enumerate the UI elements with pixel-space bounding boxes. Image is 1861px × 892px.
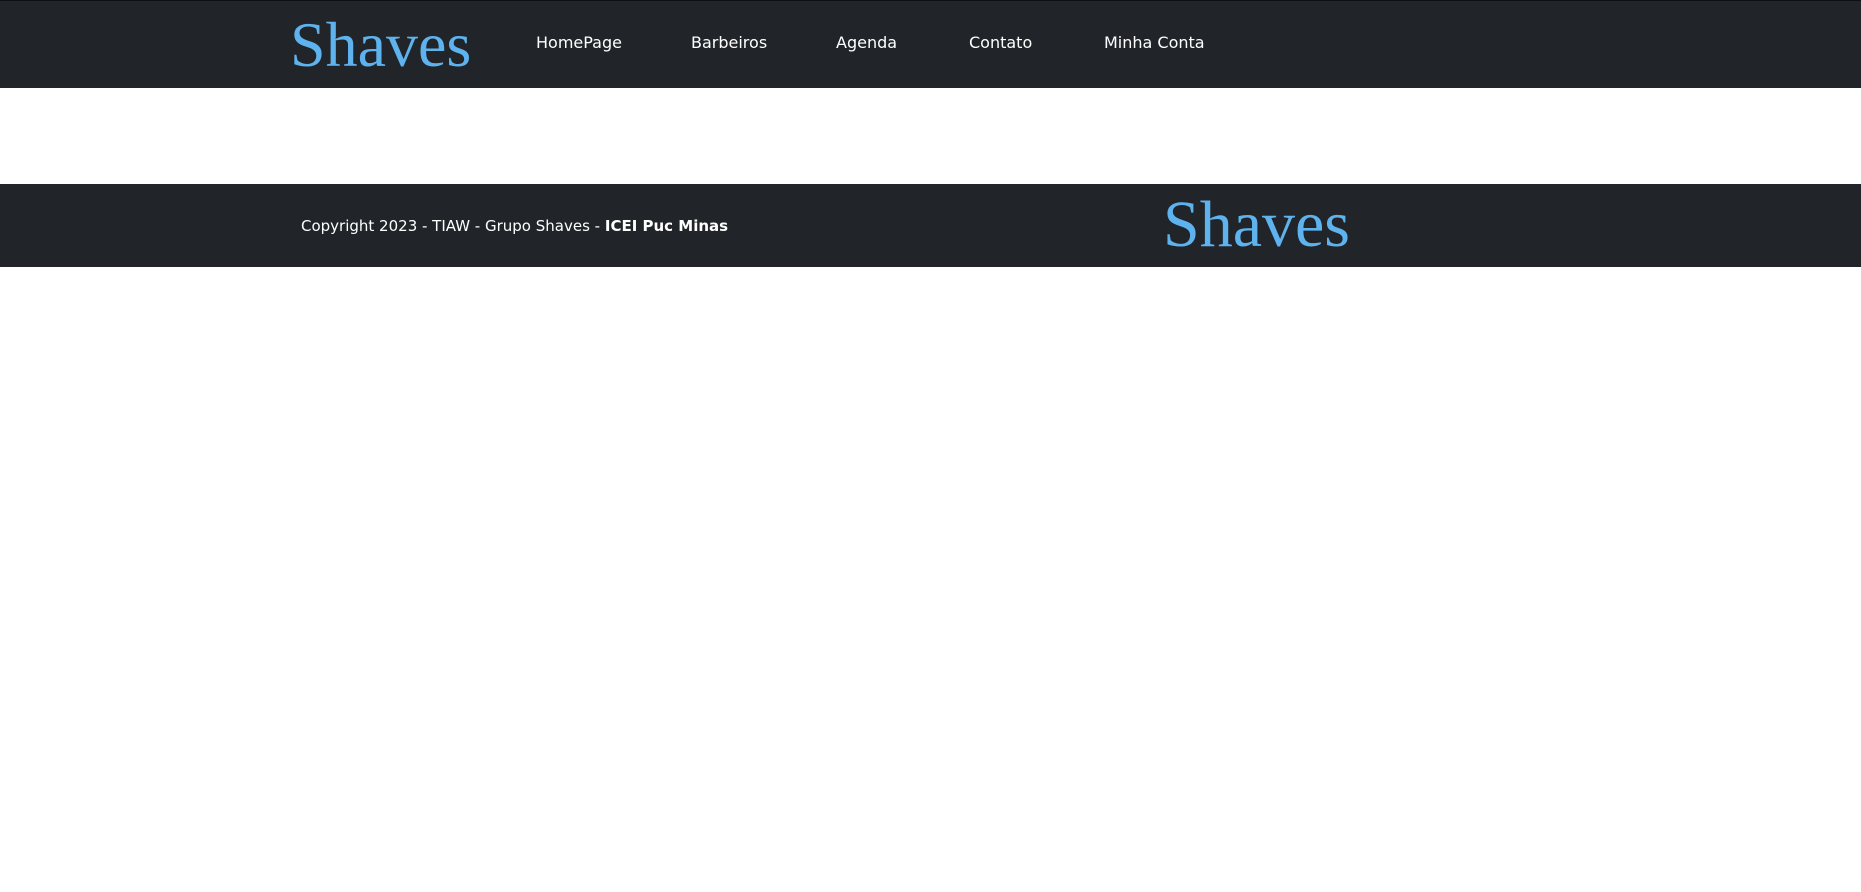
- brand-logo[interactable]: Shaves: [290, 7, 471, 83]
- nav-link-agenda[interactable]: Agenda: [836, 31, 897, 55]
- footer-brand-logo: Shaves: [1163, 188, 1350, 261]
- page-footer: Copyright 2023 - TIAW - Grupo Shaves - I…: [0, 184, 1861, 267]
- top-navbar: Shaves HomePage Barbeiros Agenda Contato…: [0, 0, 1861, 88]
- nav-link-contato[interactable]: Contato: [969, 31, 1032, 55]
- copyright-text: Copyright 2023 - TIAW - Grupo Shaves -: [301, 217, 605, 235]
- footer-copyright: Copyright 2023 - TIAW - Grupo Shaves - I…: [301, 215, 728, 237]
- nav-link-minha-conta[interactable]: Minha Conta: [1104, 31, 1205, 55]
- institution-name: ICEI Puc Minas: [604, 217, 729, 235]
- nav-link-barbeiros[interactable]: Barbeiros: [691, 31, 767, 55]
- nav-link-homepage[interactable]: HomePage: [536, 31, 622, 55]
